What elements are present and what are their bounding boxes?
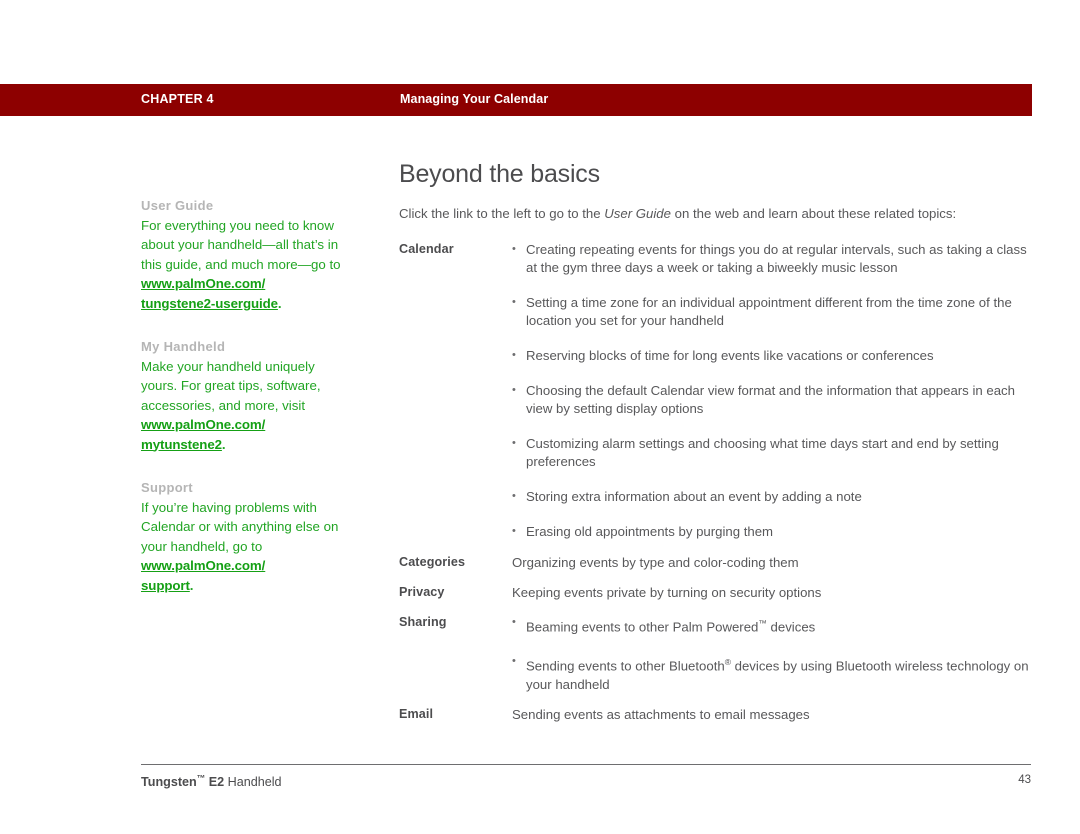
list-item: Creating repeating events for things you… xyxy=(512,240,1031,277)
sidebar-link-support-line1[interactable]: www.palmOne.com/ xyxy=(141,558,265,573)
chapter-number-label: CHAPTER 4 xyxy=(141,92,214,106)
sidebar-heading-user-guide: User Guide xyxy=(141,198,214,213)
row-spacer xyxy=(399,602,1031,614)
sidebar-link-userguide-line1[interactable]: www.palmOne.com/ xyxy=(141,276,265,291)
footer-product-rest: Handheld xyxy=(224,775,282,790)
list-item: Customizing alarm settings and choosing … xyxy=(512,434,1031,471)
list-item: Reserving blocks of time for long events… xyxy=(512,346,1031,365)
topic-items-calendar: Creating repeating events for things you… xyxy=(512,240,1031,541)
sidebar-link-support-period: . xyxy=(189,577,194,593)
sidebar-link-userguide-line2[interactable]: tungstene2-userguide xyxy=(141,296,278,311)
sidebar-body-user-guide: For everything you need to know about yo… xyxy=(141,216,346,314)
sidebar-body-text: For everything you need to know about yo… xyxy=(141,217,341,272)
sidebar-heading-support: Support xyxy=(141,480,193,495)
topics-table: Calendar Creating repeating events for t… xyxy=(399,240,1031,724)
sidebar-link-myhandheld-line2[interactable]: mytunstene2 xyxy=(141,437,222,452)
sidebar-heading-my-handheld: My Handheld xyxy=(141,339,226,354)
sidebar-block-user-guide: User Guide For everything you need to kn… xyxy=(141,196,346,313)
sidebar-body-my-handheld: Make your handheld uniquely yours. For g… xyxy=(141,357,346,455)
page-title: Beyond the basics xyxy=(399,160,600,188)
row-spacer xyxy=(399,541,1031,554)
main-content: Beyond the basics Click the link to the … xyxy=(399,160,1031,724)
sidebar-link-support-line2[interactable]: support xyxy=(141,578,190,593)
sidebar-block-support: Support If you’re having problems with C… xyxy=(141,478,346,595)
topic-row-categories: Categories Organizing events by type and… xyxy=(399,554,1031,572)
topic-label-privacy: Privacy xyxy=(399,585,445,599)
topic-row-sharing: Sharing Beaming events to other Palm Pow… xyxy=(399,613,1031,694)
list-item: Setting a time zone for an individual ap… xyxy=(512,293,1031,330)
list-item: Choosing the default Calendar view forma… xyxy=(512,381,1031,418)
topic-row-calendar: Calendar Creating repeating events for t… xyxy=(399,240,1031,541)
topic-items-categories: Organizing events by type and color-codi… xyxy=(512,554,1031,572)
sidebar-link-userguide-period: . xyxy=(277,295,282,311)
chapter-header-bar: CHAPTER 4 Managing Your Calendar xyxy=(0,84,1032,116)
topic-items-sharing: Beaming events to other Palm Powered™ de… xyxy=(512,613,1031,694)
topic-label-calendar: Calendar xyxy=(399,242,454,256)
footer-product-name: Tungsten™ E2 Handheld xyxy=(141,773,282,789)
topic-label-sharing: Sharing xyxy=(399,615,447,629)
sidebar: User Guide For everything you need to kn… xyxy=(141,196,346,619)
chapter-title-label: Managing Your Calendar xyxy=(400,92,549,106)
intro-paragraph: Click the link to the left to go to the … xyxy=(399,205,1031,223)
topic-row-email: Email Sending events as attachments to e… xyxy=(399,706,1031,724)
row-spacer xyxy=(399,694,1031,706)
sidebar-block-my-handheld: My Handheld Make your handheld uniquely … xyxy=(141,337,346,454)
topic-row-privacy: Privacy Keeping events private by turnin… xyxy=(399,584,1031,602)
page-number: 43 xyxy=(1018,774,1031,786)
list-item: Keeping events private by turning on sec… xyxy=(512,585,822,600)
footer: Tungsten™ E2 Handheld 43 xyxy=(141,773,1031,791)
sidebar-body-support: If you’re having problems with Calendar … xyxy=(141,498,346,596)
list-item: Sending events as attachments to email m… xyxy=(512,706,810,722)
topics-table-body: Calendar Creating repeating events for t… xyxy=(399,240,1031,724)
list-item: Sending events to other Bluetooth® devic… xyxy=(512,652,1031,693)
sidebar-link-myhandheld-line1[interactable]: www.palmOne.com/ xyxy=(141,417,265,432)
topic-label-email: Email xyxy=(399,706,434,721)
intro-text-after: on the web and learn about these related… xyxy=(670,206,957,221)
intro-text-before: Click the link to the left to go to the xyxy=(399,206,605,221)
sidebar-body-text: Make your handheld uniquely yours. For g… xyxy=(141,358,321,413)
topic-items-privacy: Keeping events private by turning on sec… xyxy=(512,584,1031,602)
topic-items-email: Sending events as attachments to email m… xyxy=(512,706,1031,724)
list-item: Erasing old appointments by purging them xyxy=(512,522,1031,541)
footer-product-bold: Tungsten™ E2 xyxy=(141,773,225,790)
sidebar-body-text: If you’re having problems with Calendar … xyxy=(141,499,339,554)
intro-text-italic: User Guide xyxy=(604,206,671,221)
list-item: Storing extra information about an event… xyxy=(512,487,1031,506)
sidebar-link-myhandheld-period: . xyxy=(221,436,226,452)
list-item: Organizing events by type and color-codi… xyxy=(512,555,799,570)
topic-label-categories: Categories xyxy=(399,555,466,569)
row-spacer xyxy=(399,572,1031,584)
list-item: Beaming events to other Palm Powered™ de… xyxy=(512,613,1031,636)
footer-divider xyxy=(141,764,1031,765)
